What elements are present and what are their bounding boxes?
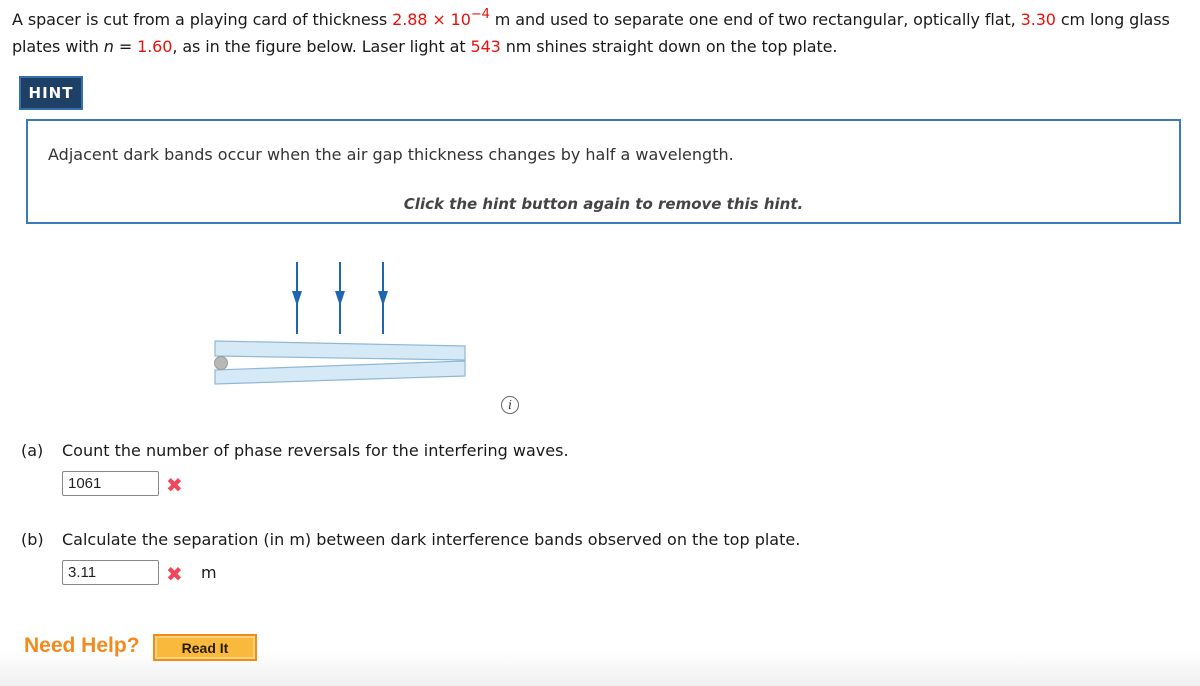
part-b-unit: m	[201, 563, 217, 582]
arrowhead-icon	[378, 291, 388, 306]
problem-statement: A spacer is cut from a playing card of t…	[12, 7, 1170, 56]
part-a-answer-input[interactable]	[62, 471, 159, 496]
arrowhead-icon	[335, 291, 345, 306]
laser-light-arrows	[292, 262, 388, 334]
hint-button[interactable]: HINT	[19, 76, 83, 110]
part-b-answer-input[interactable]	[62, 560, 159, 585]
info-icon[interactable]: i	[501, 396, 519, 414]
wavelength-value: 543	[470, 37, 501, 56]
hint-panel: Adjacent dark bands occur when the air g…	[26, 119, 1181, 224]
glass-plates-figure	[214, 262, 466, 385]
incorrect-icon: ✖	[166, 562, 183, 586]
index-value: 1.60	[137, 37, 173, 56]
length-value: 3.30	[1020, 10, 1056, 29]
need-help-label: Need Help?	[24, 634, 140, 657]
read-it-button[interactable]: Read It	[153, 634, 257, 661]
bottom-glass-plate	[214, 360, 466, 385]
hint-remove-note: Click the hint button again to remove th…	[403, 195, 804, 213]
thickness-value: 2.88 × 10−4	[392, 7, 490, 29]
hint-text: Adjacent dark bands occur when the air g…	[48, 145, 734, 164]
top-glass-plate	[214, 340, 466, 361]
arrowhead-icon	[292, 291, 302, 306]
spacer-card	[214, 356, 228, 370]
incorrect-icon: ✖	[166, 473, 183, 497]
